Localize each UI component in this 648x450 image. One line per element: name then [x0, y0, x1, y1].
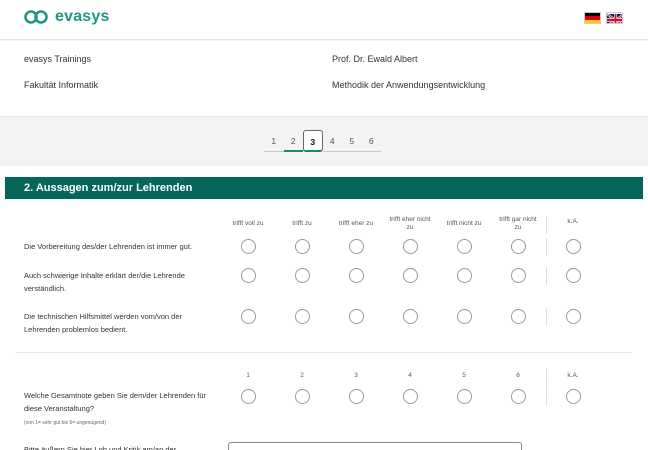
page-link-2[interactable]: 2 — [283, 130, 303, 152]
survey-section: 2. Aussagen zum/zur Lehrenden trifft vol… — [0, 166, 648, 450]
q3-option-1-radio[interactable] — [241, 309, 256, 324]
q2-option-2-radio[interactable] — [295, 268, 310, 283]
grade-label-4: 4 — [408, 372, 412, 379]
scale-label-2: trifft zu — [292, 220, 312, 227]
q3-option-2-radio[interactable] — [295, 309, 310, 324]
grade-5-radio[interactable] — [457, 389, 472, 404]
grade-3-radio[interactable] — [349, 389, 364, 404]
faculty-name: Fakultät Informatik — [24, 80, 99, 90]
flag-uk-icon[interactable] — [606, 12, 623, 24]
q2-option-6-radio[interactable] — [511, 268, 526, 283]
page-link-3-current[interactable]: 3 — [303, 130, 323, 152]
comment-textarea[interactable] — [228, 442, 522, 450]
page-link-5[interactable]: 5 — [342, 130, 362, 152]
page-navigation: 1 2 3 4 5 6 — [264, 130, 381, 152]
scale-label-na: k.A. — [567, 218, 579, 225]
q1-option-1-radio[interactable] — [241, 239, 256, 254]
q3-option-3-radio[interactable] — [349, 309, 364, 324]
grade-label-1: 1 — [246, 372, 250, 379]
flag-germany-icon[interactable] — [584, 12, 601, 24]
q2-option-4-radio[interactable] — [403, 268, 418, 283]
question-2-text: Auch schwierige Inhalte erklärt der/die … — [24, 271, 185, 293]
q1-option-5-radio[interactable] — [457, 239, 472, 254]
top-bar: evasys — [0, 0, 648, 40]
lecturer-name: Prof. Dr. Ewald Albert — [332, 54, 418, 64]
q2-option-3-radio[interactable] — [349, 268, 364, 283]
q2-option-1-radio[interactable] — [241, 268, 256, 283]
na-column-divider — [546, 308, 547, 326]
section-title: 2. Aussagen zum/zur Lehrenden — [5, 177, 643, 199]
evasys-logo-icon — [24, 10, 48, 24]
na-column-divider — [546, 216, 547, 234]
question-1-text: Die Vorbereitung des/der Lehrenden ist i… — [24, 242, 193, 251]
grade-1-radio[interactable] — [241, 389, 256, 404]
page-link-1[interactable]: 1 — [264, 130, 284, 152]
grade-question-hint: (von 1= sehr gut bis 6= ungenügend) — [24, 420, 107, 426]
na-column-divider — [546, 388, 547, 406]
na-column-divider — [546, 369, 547, 387]
scale-label-5: trifft nicht zu — [446, 220, 482, 227]
grade-label-2: 2 — [300, 372, 304, 379]
scale-label-3: trifft eher zu — [338, 220, 374, 227]
grade-6-radio[interactable] — [511, 389, 526, 404]
q3-option-5-radio[interactable] — [457, 309, 472, 324]
grade-2-radio[interactable] — [295, 389, 310, 404]
page-link-4[interactable]: 4 — [322, 130, 342, 152]
course-group: evasys Trainings — [24, 54, 92, 64]
q3-option-6-radio[interactable] — [511, 309, 526, 324]
course-name: Methodik der Anwendungsentwicklung — [332, 80, 486, 90]
na-column-divider — [546, 267, 547, 285]
scale-label-1: trifft voll zu — [232, 220, 264, 227]
section-divider — [15, 352, 632, 353]
question-3-text: Die technischen Hilfsmittel werden vom/v… — [24, 312, 182, 334]
grade-label-3: 3 — [354, 372, 358, 379]
scale-label-6: trifft gar nicht zu — [499, 216, 537, 231]
q1-option-2-radio[interactable] — [295, 239, 310, 254]
q2-option-na-radio[interactable] — [566, 268, 581, 283]
scale-label-4: trifft eher nicht zu — [389, 216, 431, 231]
brand-name: evasys — [55, 8, 110, 25]
grade-label-5: 5 — [462, 372, 466, 379]
grade-4-radio[interactable] — [403, 389, 418, 404]
q3-option-na-radio[interactable] — [566, 309, 581, 324]
q1-option-6-radio[interactable] — [511, 239, 526, 254]
grade-label-na: k.A. — [567, 372, 579, 379]
q2-option-5-radio[interactable] — [457, 268, 472, 283]
q1-option-3-radio[interactable] — [349, 239, 364, 254]
comment-prompt-text: Bitte äußern Sie hier Lob und Kritik am/… — [24, 445, 177, 450]
q3-option-4-radio[interactable] — [403, 309, 418, 324]
na-column-divider — [546, 238, 547, 256]
grade-na-radio[interactable] — [566, 389, 581, 404]
grade-question-text: Welche Gesamtnote geben Sie dem/der Lehr… — [24, 391, 207, 413]
evasys-logo: evasys — [24, 8, 110, 26]
page-link-6[interactable]: 6 — [361, 130, 381, 152]
grade-label-6: 6 — [516, 372, 520, 379]
course-info-panel: evasys Trainings Prof. Dr. Ewald Albert … — [0, 41, 648, 117]
q1-option-na-radio[interactable] — [566, 239, 581, 254]
q1-option-4-radio[interactable] — [403, 239, 418, 254]
